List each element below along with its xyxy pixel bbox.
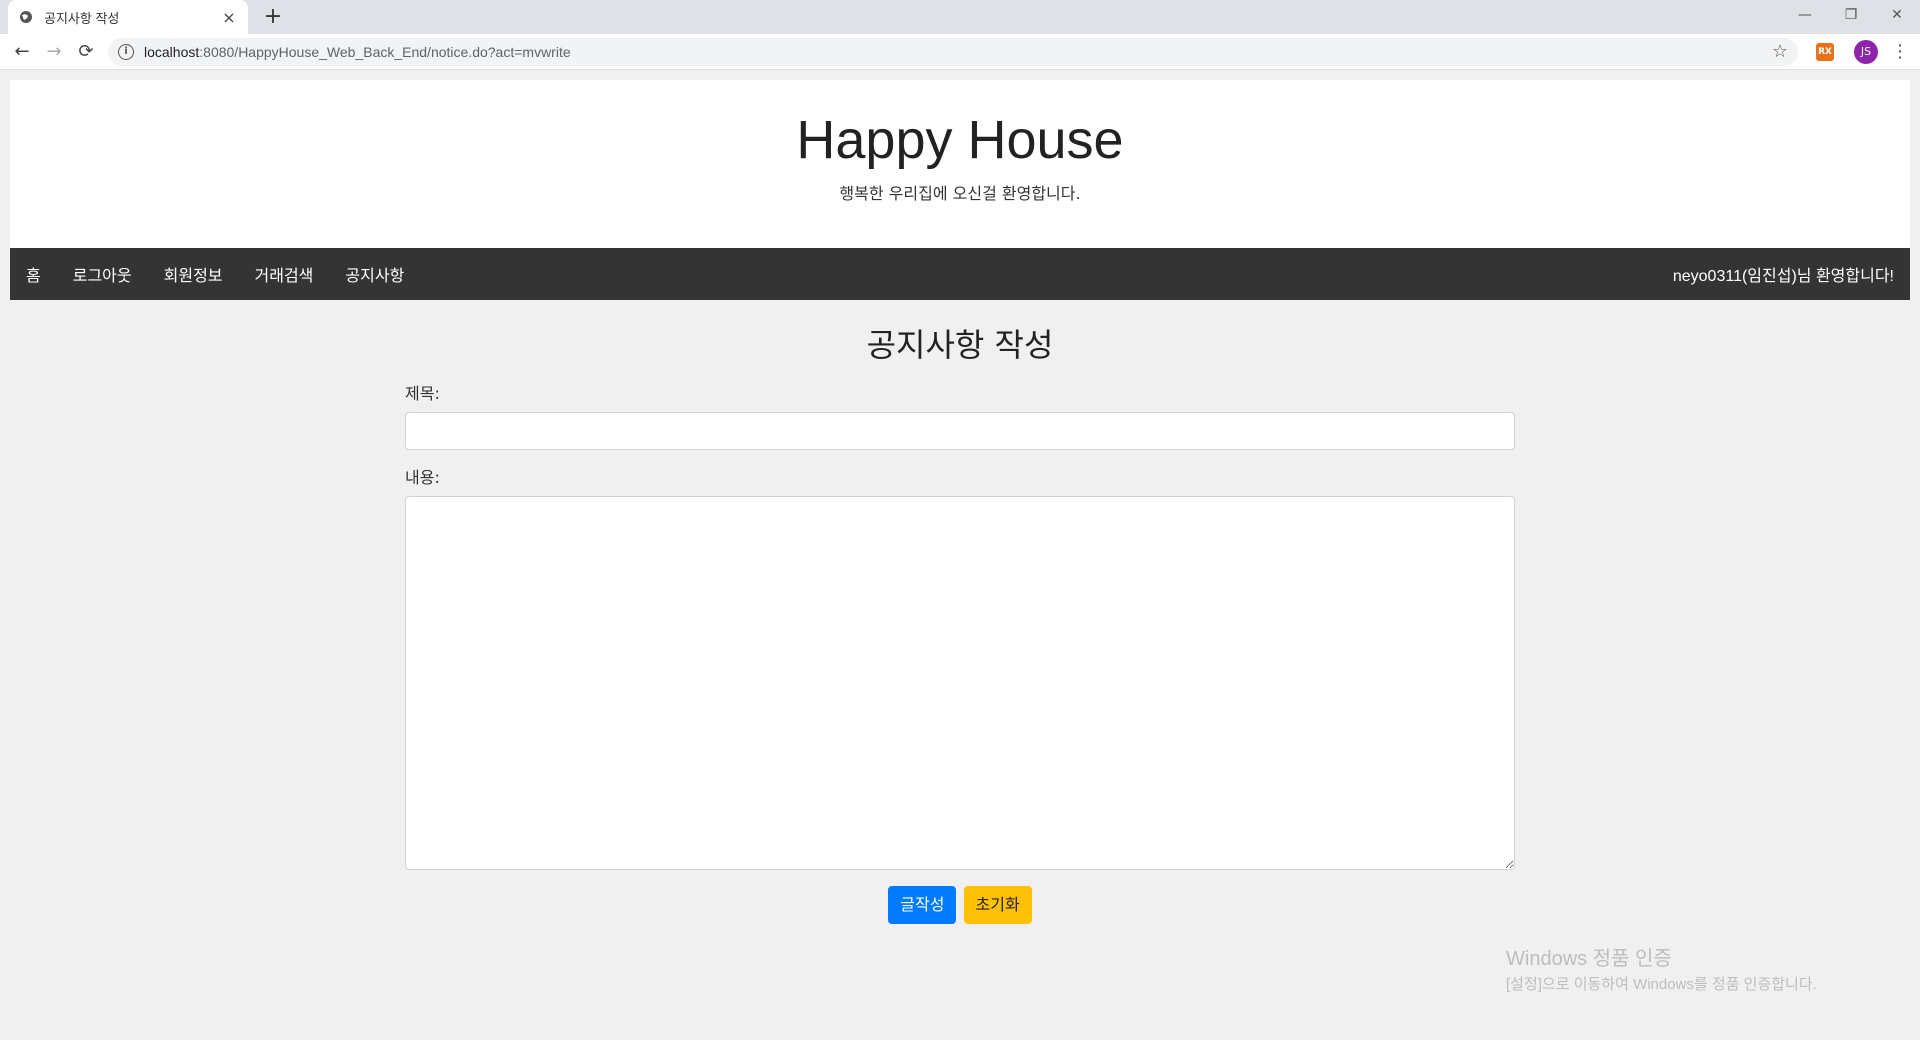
notice-form: 공지사항 작성 제목: 내용: 글작성 초기화	[405, 320, 1515, 924]
site-header: Happy House 행복한 우리집에 오신걸 환영합니다.	[10, 80, 1910, 248]
browser-menu-icon[interactable]: ⋮	[1888, 41, 1912, 62]
globe-icon	[18, 9, 34, 25]
nav-notice[interactable]: 공지사항	[345, 262, 404, 286]
close-window-button[interactable]: ✕	[1874, 0, 1920, 30]
forward-button[interactable]: →	[40, 38, 68, 66]
site-subtitle: 행복한 우리집에 오신걸 환영합니다.	[839, 184, 1081, 203]
main-navbar: 홈 로그아웃 회원정보 거래검색 공지사항 neyo0311(임진섭)님 환영합…	[10, 248, 1910, 300]
content-label: 내용:	[405, 468, 440, 487]
nav-member-info[interactable]: 회원정보	[164, 262, 223, 286]
page-body: Happy House 행복한 우리집에 오신걸 환영합니다. 홈 로그아웃 회…	[10, 80, 1910, 1040]
nav-logout[interactable]: 로그아웃	[73, 262, 132, 286]
browser-toolbar: ← → ⟳ i localhost:8080/HappyHouse_Web_Ba…	[0, 34, 1920, 70]
welcome-message: neyo0311(임진섭)님 환영합니다!	[1672, 268, 1894, 285]
windows-activation-watermark: Windows 정품 인증 [설정]으로 이동하여 Windows를 정품 인증…	[1506, 942, 1817, 994]
form-heading: 공지사항 작성	[866, 326, 1054, 364]
url-text: localhost:8080/HappyHouse_Web_Back_End/n…	[144, 44, 1772, 60]
extension-icon[interactable]: RX	[1816, 42, 1834, 61]
url-path: :8080/HappyHouse_Web_Back_End/notice.do?…	[199, 43, 571, 60]
reload-button[interactable]: ⟳	[72, 38, 100, 66]
reset-button[interactable]: 초기화	[963, 886, 1032, 924]
submit-button[interactable]: 글작성	[888, 886, 957, 924]
info-icon[interactable]: i	[118, 43, 134, 60]
nav-deal-search[interactable]: 거래검색	[255, 262, 314, 286]
tab-close-icon[interactable]: ×	[220, 8, 238, 27]
watermark-text: [설정]으로 이동하여 Windows를 정품 인증합니다.	[1506, 976, 1817, 993]
new-tab-button[interactable]: +	[260, 4, 286, 30]
minimize-button[interactable]: —	[1782, 0, 1828, 30]
address-bar[interactable]: i localhost:8080/HappyHouse_Web_Back_End…	[108, 37, 1798, 66]
back-button[interactable]: ←	[8, 38, 36, 66]
url-host: localhost	[144, 43, 200, 60]
site-title: Happy House	[796, 110, 1124, 170]
browser-tab[interactable]: 공지사항 작성 ×	[8, 0, 248, 34]
content-textarea[interactable]	[405, 496, 1515, 870]
tab-strip: 공지사항 작성 × + — ❐ ✕	[0, 0, 1920, 34]
profile-avatar[interactable]: JS	[1854, 39, 1878, 64]
subject-input[interactable]	[405, 412, 1515, 450]
tab-title: 공지사항 작성	[44, 10, 120, 26]
bookmark-star-icon[interactable]: ☆	[1772, 41, 1788, 62]
button-row: 글작성 초기화	[405, 886, 1515, 924]
restore-button[interactable]: ❐	[1828, 0, 1874, 30]
window-controls: — ❐ ✕	[1782, 0, 1920, 30]
watermark-title: Windows 정품 인증	[1506, 948, 1672, 970]
nav-home[interactable]: 홈	[26, 262, 41, 286]
subject-label: 제목:	[405, 384, 440, 403]
